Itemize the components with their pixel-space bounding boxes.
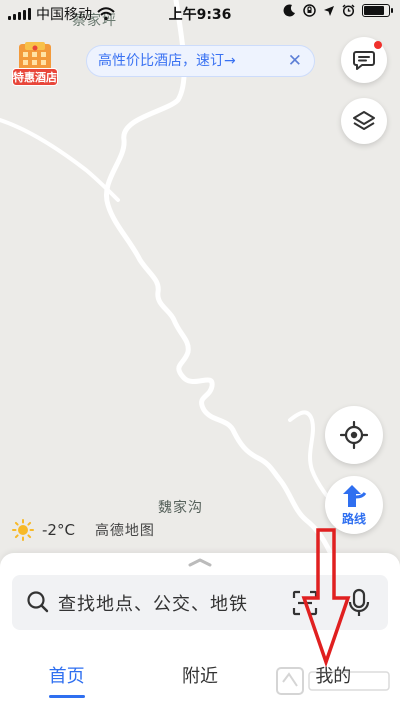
rotation-lock-icon bbox=[303, 4, 316, 17]
layers-icon bbox=[353, 111, 375, 130]
message-icon bbox=[353, 51, 375, 70]
map-place-label: 魏家沟 bbox=[158, 500, 203, 516]
hotel-ad-banner[interactable]: 高性价比酒店，速订→ ✕ bbox=[86, 45, 315, 77]
hotel-ad-text: 高性价比酒店，速订→ bbox=[98, 53, 236, 69]
sheet-handle-icon[interactable] bbox=[186, 557, 214, 567]
route-label: 路线 bbox=[341, 512, 366, 526]
message-button[interactable] bbox=[341, 37, 387, 83]
layers-button[interactable] bbox=[341, 98, 387, 144]
hotel-promo-label: 特惠酒店 bbox=[12, 68, 58, 86]
battery-icon bbox=[362, 4, 393, 17]
search-placeholder[interactable]: 查找地点、公交、地铁 bbox=[58, 590, 248, 616]
notification-dot bbox=[374, 41, 382, 49]
alarm-icon bbox=[342, 4, 355, 17]
search-icon bbox=[27, 591, 49, 613]
temperature: -2°C bbox=[42, 521, 75, 539]
close-icon[interactable]: ✕ bbox=[288, 46, 302, 76]
weather-widget[interactable]: -2°C 高德地图 bbox=[12, 519, 155, 541]
location-arrow-icon bbox=[324, 5, 334, 16]
sun-icon bbox=[12, 519, 34, 541]
annotation-arrow-icon bbox=[301, 528, 351, 668]
locate-icon bbox=[340, 421, 368, 449]
tab-home[interactable]: 首页 bbox=[0, 648, 133, 710]
moon-icon bbox=[283, 4, 295, 17]
route-arrow-icon bbox=[343, 485, 367, 507]
map-brand-logo: 高德地图 bbox=[94, 523, 155, 539]
watermark-logo-icon bbox=[276, 667, 390, 695]
locate-button[interactable] bbox=[325, 406, 383, 464]
status-bar: 中国移动 上午9:36 bbox=[0, 0, 400, 26]
tab-nearby[interactable]: 附近 bbox=[133, 648, 266, 710]
route-button[interactable]: 路线 bbox=[325, 476, 383, 534]
